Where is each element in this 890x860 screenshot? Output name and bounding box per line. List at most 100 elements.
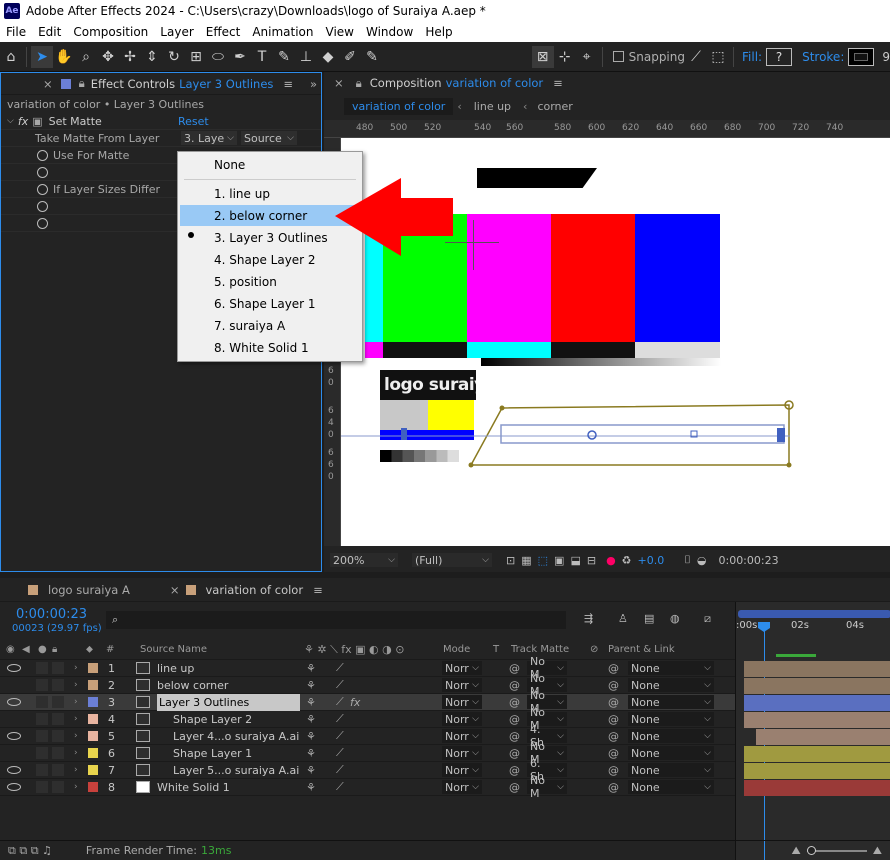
layer-bar-2[interactable] [744,678,890,694]
current-timecode[interactable]: 0:00:00:23 [16,607,87,622]
reset-link[interactable]: Reset [178,115,209,128]
world-axis-icon[interactable]: ⊹ [554,46,576,68]
menu-effect[interactable]: Effect [200,25,247,39]
label-color-swatch[interactable] [88,697,98,707]
lock-icon[interactable]: 🔒︎ [79,76,85,91]
label-color-swatch[interactable] [88,663,98,673]
expand-panels-icon[interactable]: » [310,77,317,91]
comp-timecode[interactable]: 0:00:00:23 [718,554,778,567]
layer-bar-6[interactable] [744,746,890,762]
solo-toggle[interactable] [36,747,48,759]
expand-chevron-icon[interactable]: › [74,728,78,745]
layer-row[interactable]: ›2below corner⚘⟋Norr@No M@None [0,672,735,698]
pen-tool-icon[interactable]: ✒ [229,46,251,68]
work-area-bar[interactable] [738,610,890,618]
parent-dropdown[interactable]: None [628,762,714,779]
shy-switch-icon[interactable]: ⚘ [306,660,316,677]
shy-switch-icon[interactable]: ⚘ [306,677,316,694]
menu-animation[interactable]: Animation [246,25,319,39]
track-matte-pickwhip-icon[interactable]: @ [509,745,520,762]
motion-blur-icon[interactable]: ◍ [670,612,680,625]
mode-dropdown[interactable]: Norr [442,745,482,762]
mode-dropdown[interactable]: Norr [442,762,482,779]
shy-icon[interactable]: ♙ [618,612,628,625]
tab-line-up[interactable]: line up [474,100,511,113]
menu-item-shape-layer-1[interactable]: 6. Shape Layer 1 [180,293,361,314]
source-dropdown[interactable]: Source [241,131,297,145]
resolution-dropdown[interactable]: (Full) [412,553,492,567]
lock-toggle[interactable] [52,764,64,776]
solo-toggle[interactable] [36,713,48,725]
visibility-eye-icon[interactable] [7,762,21,779]
layer-bar-4[interactable] [744,712,890,728]
tab-variation-of-color[interactable]: variation of color [206,583,304,597]
layer-name[interactable]: line up [157,660,194,677]
switches-toggle-icon[interactable]: ⧉ ⧉ ⧉ ♫ [8,844,52,858]
axis-mode-icon[interactable]: ⊠ [531,45,554,68]
stroke-width-value[interactable]: 9 [882,50,890,64]
solo-toggle[interactable] [36,764,48,776]
parent-pickwhip-icon[interactable]: @ [608,711,619,728]
layer-name[interactable]: Layer 5...o suraiya A.ai [173,762,299,779]
lock-toggle[interactable] [52,747,64,759]
clone-stamp-tool-icon[interactable]: ⊥ [295,46,317,68]
menu-item-shape-layer-2[interactable]: 4. Shape Layer 2 [180,249,361,270]
layer-bar-1[interactable] [744,661,890,677]
parent-dropdown[interactable]: None [628,745,714,762]
solo-toggle[interactable] [36,696,48,708]
quality-switch-icon[interactable]: ⟋ [336,694,344,711]
parent-dropdown[interactable]: None [628,779,714,796]
expand-chevron-icon[interactable]: › [74,694,78,711]
lock-toggle[interactable] [52,696,64,708]
menu-window[interactable]: Window [360,25,419,39]
tab-logo-suraiya[interactable]: logo suraiya A [48,583,130,597]
solo-toggle[interactable] [36,730,48,742]
layer-row[interactable]: ›3Layer 3 Outlines⚘⟋fxNorr@No M@None [0,689,735,715]
layer-name[interactable]: White Solid 1 [157,779,230,796]
fx-icon[interactable]: fx [18,115,28,128]
ellipse-tool-icon[interactable]: ⬭ [207,46,229,68]
track-matte-pickwhip-icon[interactable]: @ [509,677,520,694]
solo-toggle[interactable] [36,662,48,674]
shy-switch-icon[interactable]: ⚘ [306,711,316,728]
quality-switch-icon[interactable]: ⟋ [336,762,344,779]
lock-toggle[interactable] [52,730,64,742]
stroke-swatch[interactable] [848,47,875,66]
mode-dropdown[interactable]: Norr [442,728,482,745]
parent-dropdown[interactable]: None [628,660,714,677]
parent-dropdown[interactable]: None [628,711,714,728]
layer-row[interactable]: ›7Layer 5...o suraiya A.ai⚘⟋Norr@6. Sh@N… [0,757,735,783]
comp-name[interactable]: variation of color [446,76,544,90]
fill-swatch[interactable]: ? [766,47,793,66]
menu-layer[interactable]: Layer [154,25,199,39]
shy-switch-icon[interactable]: ⚘ [306,762,316,779]
menu-item-line-up[interactable]: 1. line up [180,183,361,204]
panel-menu-icon[interactable]: ≡ [553,76,563,90]
layer-name[interactable]: Layer 3 Outlines [157,693,300,711]
layer-row[interactable]: ›1line up⚘⟋Norr@No M@None [0,655,735,681]
layer-name[interactable]: Shape Layer 2 [173,711,252,728]
dolly-tool-icon[interactable]: ⇕ [141,46,163,68]
layer-row[interactable]: ›5Layer 4...o suraiya A.ai⚘⟋Norr@4. Sh@N… [0,723,735,749]
view-axis-icon[interactable]: ⌖ [576,46,598,68]
mode-dropdown[interactable]: Norr [442,711,482,728]
shy-switch-icon[interactable]: ⚘ [306,779,316,796]
orbit-tool-icon[interactable]: ✥ [97,46,119,68]
puppet-pin-tool-icon[interactable]: ✎ [361,46,383,68]
show-snapshot-icon[interactable]: ◒ [697,554,707,567]
lock-icon[interactable]: 🔒︎ [356,76,362,91]
label-color-swatch[interactable] [88,680,98,690]
snapshot-region-icon[interactable]: ⊡ [506,554,515,567]
3d-view-icon[interactable]: ⊟ [587,554,596,567]
search-input[interactable]: ⌕ [106,611,566,629]
menu-file[interactable]: File [0,25,32,39]
close-icon[interactable]: × [43,77,53,91]
safe-margins-icon[interactable]: ▣ [554,554,564,567]
menu-item-none[interactable]: None [180,154,361,175]
time-graph-area[interactable]: :00s 02s 04s [735,602,890,860]
mode-dropdown[interactable]: Norr [442,694,482,711]
fx-switch-icon[interactable]: fx [350,694,360,711]
layer-row[interactable]: ›6Shape Layer 1⚘⟋Norr@No M@None [0,740,735,766]
graph-editor-icon[interactable]: ⧄ [704,612,711,626]
parent-pickwhip-icon[interactable]: @ [608,762,619,779]
